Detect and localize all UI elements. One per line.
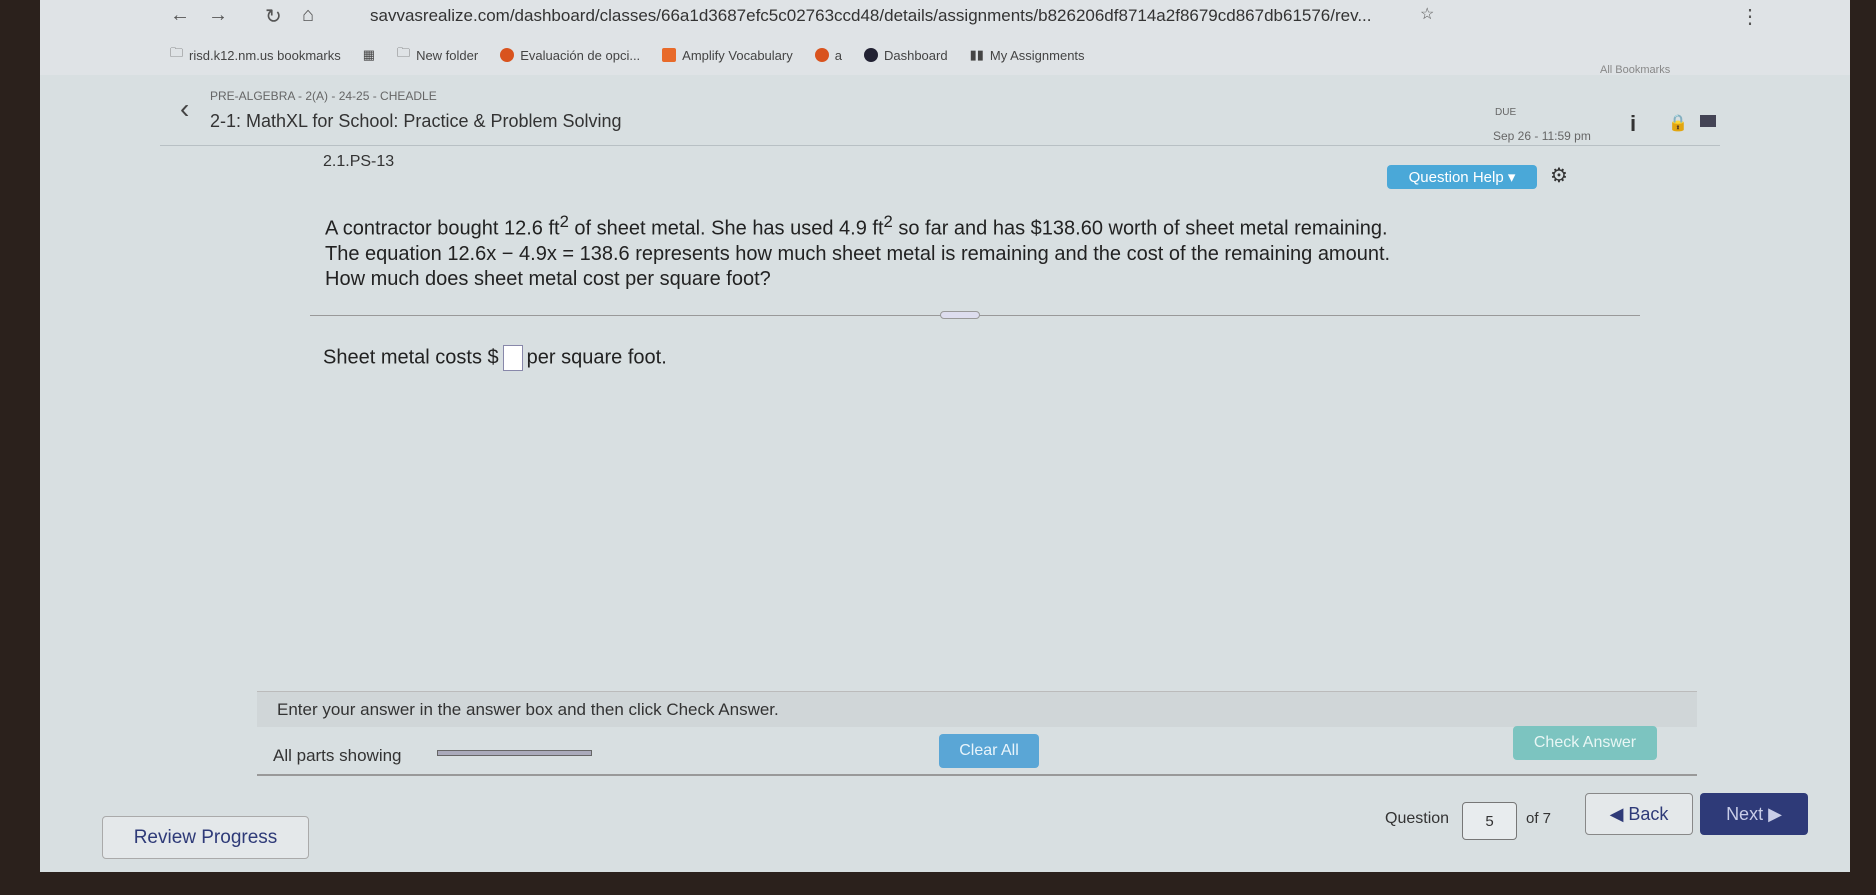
page-title: 2-1: MathXL for School: Practice & Probl… [210, 111, 622, 131]
apps-icon[interactable]: ▦ [363, 44, 375, 66]
question-line-2: The equation 12.6x − 4.9x = 138.6 repres… [325, 242, 1391, 265]
folder-icon: 🗀 [170, 45, 184, 60]
parts-label: All parts showing [273, 746, 402, 765]
bookmark-my-assignments[interactable]: ▮▮ My Assignments [970, 44, 1085, 66]
bookmark-evaluacion[interactable]: Evaluación de opci... [500, 44, 640, 66]
question-help-button[interactable]: Question Help ▾ [1387, 165, 1537, 189]
question-line-3: How much does sheet metal cost per squar… [325, 267, 771, 290]
next-button[interactable]: Next ▶ [1700, 793, 1808, 835]
question-total: of 7 [1526, 810, 1552, 827]
due-date: Sep 26 - 11:59 pm [1493, 129, 1591, 143]
gear-icon[interactable]: ⚙ [1550, 163, 1568, 188]
breadcrumb: PRE-ALGEBRA - 2(A) - 24-25 - CHEADLE [210, 89, 437, 103]
amplify-icon [662, 48, 677, 62]
question-line-1: A contractor bought 12.6 ft2 of sheet me… [325, 212, 1388, 240]
check-answer-button[interactable]: Check Answer [1513, 726, 1657, 760]
chat-icon[interactable] [1700, 115, 1716, 127]
site-icon [500, 48, 515, 62]
instruction-bar: Enter your answer in the answer box and … [257, 691, 1697, 727]
address-bar[interactable]: savvasrealize.com/dashboard/classes/66a1… [370, 6, 1372, 26]
info-icon[interactable]: i [1630, 111, 1636, 137]
folder-icon: 🗀 [397, 45, 411, 60]
answer-input[interactable] [502, 345, 523, 371]
back-chevron-icon[interactable]: ‹ [180, 93, 189, 125]
assignment-page: ‹ PRE-ALGEBRA - 2(A) - 24-25 - CHEADLE 2… [40, 75, 1850, 872]
clear-all-button[interactable]: Clear All [939, 734, 1039, 768]
book-icon: ▮▮ [969, 47, 984, 62]
due-label: DUE [1495, 107, 1517, 118]
reload-icon[interactable]: ↻ [265, 4, 282, 29]
question-id: 2.1.PS-13 [323, 153, 395, 170]
question-number-input[interactable]: 5 [1462, 802, 1517, 840]
lock-icon[interactable]: 🔒 [1668, 113, 1688, 133]
back-arrow-icon[interactable]: ← [170, 4, 190, 27]
review-progress-button[interactable]: Review Progress [102, 816, 309, 859]
site-icon [814, 48, 829, 62]
bookmark-dashboard[interactable]: Dashboard [863, 44, 948, 66]
progress-bar [437, 750, 592, 756]
bookmark-risd[interactable]: 🗀 risd.k12.nm.us bookmarks [170, 44, 341, 66]
menu-icon[interactable]: ⋮ [1740, 4, 1760, 29]
answer-line: Sheet metal costs $ per square foot. [323, 345, 667, 371]
bookmark-a[interactable]: a [814, 44, 842, 66]
divider [160, 145, 1720, 146]
question-text: A contractor bought 12.6 ft2 of sheet me… [325, 209, 1645, 292]
bookmark-new-folder[interactable]: 🗀 New folder [397, 44, 478, 66]
back-button[interactable]: ◀ Back [1585, 793, 1693, 835]
forward-arrow-icon[interactable]: → [208, 4, 228, 27]
question-label: Question [1385, 810, 1450, 827]
controls-bar: All parts showing Clear All Check Answer [257, 726, 1697, 776]
globe-icon [863, 48, 878, 62]
star-icon[interactable]: ☆ [1420, 4, 1434, 24]
browser-chrome: ← → ↻ ⌂ savvasrealize.com/dashboard/clas… [40, 0, 1850, 76]
screen: ← → ↻ ⌂ savvasrealize.com/dashboard/clas… [40, 0, 1850, 872]
bookmark-amplify[interactable]: Amplify Vocabulary [662, 44, 793, 66]
splitter-handle[interactable] [940, 311, 980, 319]
home-icon[interactable]: ⌂ [302, 4, 314, 27]
